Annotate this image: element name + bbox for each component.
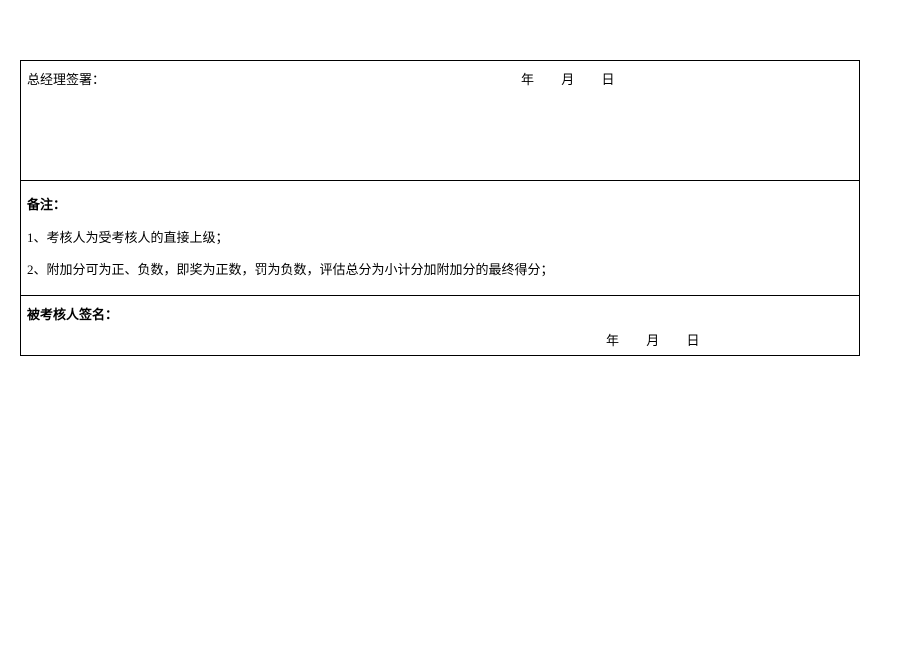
assessee-month-label: 月: [646, 333, 661, 348]
remarks-note-1: 1、考核人为受考核人的直接上级；: [27, 222, 853, 255]
gm-signature-label: 总经理签署：: [27, 72, 105, 87]
gm-signature-cell: 总经理签署： 年 月 日: [21, 61, 860, 181]
assessee-date-line: 年 月 日: [596, 330, 712, 349]
gm-day-label: 日: [602, 72, 617, 87]
remarks-header: 备注：: [27, 189, 853, 222]
remarks-cell: 备注： 1、考核人为受考核人的直接上级； 2、附加分可为正、负数，即奖为正数，罚…: [21, 181, 860, 296]
assessee-day-label: 日: [687, 333, 702, 348]
gm-date-line: 年 月 日: [511, 69, 627, 88]
gm-month-label: 月: [561, 72, 576, 87]
signature-form-table: 总经理签署： 年 月 日 备注： 1、考核人为受考核人的直接上级； 2、附加分可…: [20, 60, 860, 356]
assessee-signature-label: 被考核人签名：: [27, 307, 118, 322]
remarks-note-2: 2、附加分可为正、负数，即奖为正数，罚为负数，评估总分为小计分加附加分的最终得分…: [27, 254, 853, 287]
assessee-signature-cell: 被考核人签名： 年 月 日: [21, 295, 860, 355]
assessee-year-label: 年: [606, 333, 621, 348]
gm-year-label: 年: [521, 72, 536, 87]
